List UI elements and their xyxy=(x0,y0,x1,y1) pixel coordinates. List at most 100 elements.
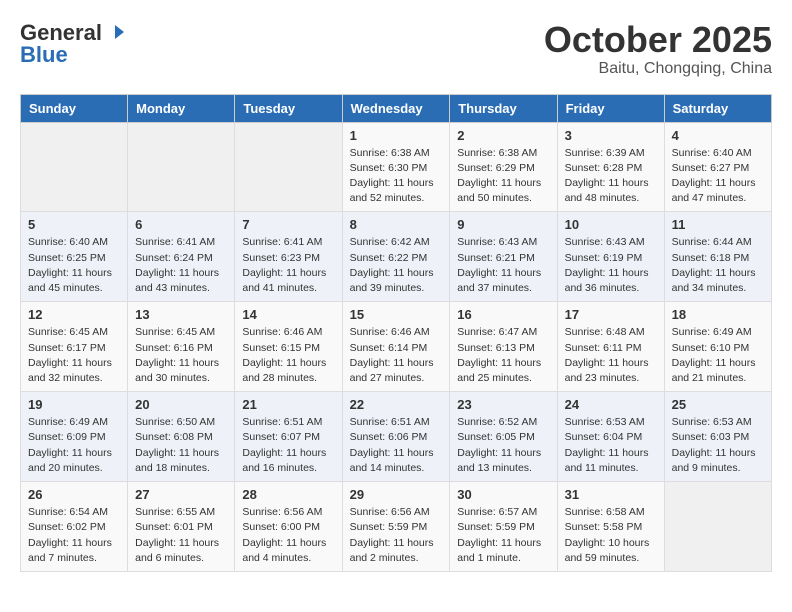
calendar-cell: 16 Sunrise: 6:47 AM Sunset: 6:13 PM Dayli… xyxy=(450,302,557,392)
calendar-cell: 28 Sunrise: 6:56 AM Sunset: 6:00 PM Dayli… xyxy=(235,482,342,572)
day-info: Sunrise: 6:51 AM Sunset: 6:07 PM Dayligh… xyxy=(242,415,334,476)
day-info: Sunrise: 6:46 AM Sunset: 6:14 PM Dayligh… xyxy=(350,325,443,386)
day-info: Sunrise: 6:45 AM Sunset: 6:17 PM Dayligh… xyxy=(28,325,120,386)
day-header-monday: Monday xyxy=(128,94,235,122)
calendar-cell: 31 Sunrise: 6:58 AM Sunset: 5:58 PM Dayli… xyxy=(557,482,664,572)
calendar-cell: 5 Sunrise: 6:40 AM Sunset: 6:25 PM Daylig… xyxy=(21,212,128,302)
month-title: October 2025 xyxy=(544,20,772,60)
calendar-cell: 22 Sunrise: 6:51 AM Sunset: 6:06 PM Dayli… xyxy=(342,392,450,482)
day-number: 25 xyxy=(672,397,764,412)
day-info: Sunrise: 6:42 AM Sunset: 6:22 PM Dayligh… xyxy=(350,235,443,296)
day-info: Sunrise: 6:46 AM Sunset: 6:15 PM Dayligh… xyxy=(242,325,334,386)
day-header-sunday: Sunday xyxy=(21,94,128,122)
calendar-cell: 7Sunrise: 6:41 AM Sunset: 6:23 PM Daylig… xyxy=(235,212,342,302)
day-number: 28 xyxy=(242,487,334,502)
calendar-cell: 24Sunrise: 6:53 AM Sunset: 6:04 PM Dayli… xyxy=(557,392,664,482)
calendar-cell: 20 Sunrise: 6:50 AM Sunset: 6:08 PM Dayli… xyxy=(128,392,235,482)
calendar-cell: 3Sunrise: 6:39 AM Sunset: 6:28 PM Daylig… xyxy=(557,122,664,212)
calendar-cell: 10 Sunrise: 6:43 AM Sunset: 6:19 PM Dayli… xyxy=(557,212,664,302)
day-number: 18 xyxy=(672,307,764,322)
calendar-cell: 14 Sunrise: 6:46 AM Sunset: 6:15 PM Dayli… xyxy=(235,302,342,392)
day-info: Sunrise: 6:56 AM Sunset: 5:59 PM Dayligh… xyxy=(350,505,443,566)
day-info: Sunrise: 6:40 AM Sunset: 6:25 PM Dayligh… xyxy=(28,235,120,296)
day-info: Sunrise: 6:54 AM Sunset: 6:02 PM Dayligh… xyxy=(28,505,120,566)
day-info: Sunrise: 6:49 AM Sunset: 6:09 PM Dayligh… xyxy=(28,415,120,476)
calendar-cell: 12Sunrise: 6:45 AM Sunset: 6:17 PM Dayli… xyxy=(21,302,128,392)
header-row: SundayMondayTuesdayWednesdayThursdayFrid… xyxy=(21,94,772,122)
day-number: 21 xyxy=(242,397,334,412)
day-number: 31 xyxy=(565,487,657,502)
calendar-cell: 30 Sunrise: 6:57 AM Sunset: 5:59 PM Dayli… xyxy=(450,482,557,572)
day-number: 14 xyxy=(242,307,334,322)
calendar-cell: 17 Sunrise: 6:48 AM Sunset: 6:11 PM Dayli… xyxy=(557,302,664,392)
day-number: 16 xyxy=(457,307,549,322)
calendar-cell xyxy=(21,122,128,212)
day-number: 7 xyxy=(242,217,334,232)
day-number: 22 xyxy=(350,397,443,412)
calendar-header: SundayMondayTuesdayWednesdayThursdayFrid… xyxy=(21,94,772,122)
calendar-cell: 1 Sunrise: 6:38 AM Sunset: 6:30 PM Daylig… xyxy=(342,122,450,212)
day-info: Sunrise: 6:53 AM Sunset: 6:04 PM Dayligh… xyxy=(565,415,657,476)
day-info: Sunrise: 6:39 AM Sunset: 6:28 PM Dayligh… xyxy=(565,146,657,207)
calendar-week-4: 19Sunrise: 6:49 AM Sunset: 6:09 PM Dayli… xyxy=(21,392,772,482)
calendar-cell: 6Sunrise: 6:41 AM Sunset: 6:24 PM Daylig… xyxy=(128,212,235,302)
day-number: 26 xyxy=(28,487,120,502)
day-info: Sunrise: 6:45 AM Sunset: 6:16 PM Dayligh… xyxy=(135,325,227,386)
day-info: Sunrise: 6:51 AM Sunset: 6:06 PM Dayligh… xyxy=(350,415,443,476)
calendar-week-3: 12Sunrise: 6:45 AM Sunset: 6:17 PM Dayli… xyxy=(21,302,772,392)
logo-flag-icon xyxy=(106,23,124,41)
day-info: Sunrise: 6:38 AM Sunset: 6:30 PM Dayligh… xyxy=(350,146,443,207)
day-info: Sunrise: 6:50 AM Sunset: 6:08 PM Dayligh… xyxy=(135,415,227,476)
calendar-week-5: 26 Sunrise: 6:54 AM Sunset: 6:02 PM Dayli… xyxy=(21,482,772,572)
calendar-cell: 19Sunrise: 6:49 AM Sunset: 6:09 PM Dayli… xyxy=(21,392,128,482)
calendar-cell: 21 Sunrise: 6:51 AM Sunset: 6:07 PM Dayli… xyxy=(235,392,342,482)
day-info: Sunrise: 6:48 AM Sunset: 6:11 PM Dayligh… xyxy=(565,325,657,386)
day-info: Sunrise: 6:40 AM Sunset: 6:27 PM Dayligh… xyxy=(672,146,764,207)
calendar-cell xyxy=(128,122,235,212)
calendar-cell: 27Sunrise: 6:55 AM Sunset: 6:01 PM Dayli… xyxy=(128,482,235,572)
calendar-table: SundayMondayTuesdayWednesdayThursdayFrid… xyxy=(20,94,772,572)
day-info: Sunrise: 6:43 AM Sunset: 6:19 PM Dayligh… xyxy=(565,235,657,296)
day-number: 1 xyxy=(350,128,443,143)
day-number: 5 xyxy=(28,217,120,232)
day-number: 10 xyxy=(565,217,657,232)
day-info: Sunrise: 6:55 AM Sunset: 6:01 PM Dayligh… xyxy=(135,505,227,566)
day-info: Sunrise: 6:49 AM Sunset: 6:10 PM Dayligh… xyxy=(672,325,764,386)
day-info: Sunrise: 6:58 AM Sunset: 5:58 PM Dayligh… xyxy=(565,505,657,566)
calendar-cell: 18 Sunrise: 6:49 AM Sunset: 6:10 PM Dayli… xyxy=(664,302,771,392)
day-header-wednesday: Wednesday xyxy=(342,94,450,122)
calendar-cell: 15 Sunrise: 6:46 AM Sunset: 6:14 PM Dayli… xyxy=(342,302,450,392)
day-info: Sunrise: 6:56 AM Sunset: 6:00 PM Dayligh… xyxy=(242,505,334,566)
day-number: 2 xyxy=(457,128,549,143)
calendar-cell: 8Sunrise: 6:42 AM Sunset: 6:22 PM Daylig… xyxy=(342,212,450,302)
day-info: Sunrise: 6:47 AM Sunset: 6:13 PM Dayligh… xyxy=(457,325,549,386)
calendar-week-2: 5 Sunrise: 6:40 AM Sunset: 6:25 PM Daylig… xyxy=(21,212,772,302)
calendar-cell xyxy=(664,482,771,572)
day-number: 20 xyxy=(135,397,227,412)
calendar-cell: 26 Sunrise: 6:54 AM Sunset: 6:02 PM Dayli… xyxy=(21,482,128,572)
calendar-cell xyxy=(235,122,342,212)
day-number: 29 xyxy=(350,487,443,502)
day-info: Sunrise: 6:38 AM Sunset: 6:29 PM Dayligh… xyxy=(457,146,549,207)
day-header-saturday: Saturday xyxy=(664,94,771,122)
day-header-thursday: Thursday xyxy=(450,94,557,122)
calendar-cell: 9Sunrise: 6:43 AM Sunset: 6:21 PM Daylig… xyxy=(450,212,557,302)
logo: General Blue xyxy=(20,20,124,68)
day-header-tuesday: Tuesday xyxy=(235,94,342,122)
day-number: 17 xyxy=(565,307,657,322)
day-number: 15 xyxy=(350,307,443,322)
calendar-cell: 23Sunrise: 6:52 AM Sunset: 6:05 PM Dayli… xyxy=(450,392,557,482)
calendar-week-1: 1 Sunrise: 6:38 AM Sunset: 6:30 PM Daylig… xyxy=(21,122,772,212)
day-info: Sunrise: 6:43 AM Sunset: 6:21 PM Dayligh… xyxy=(457,235,549,296)
day-info: Sunrise: 6:44 AM Sunset: 6:18 PM Dayligh… xyxy=(672,235,764,296)
day-number: 30 xyxy=(457,487,549,502)
calendar-body: 1 Sunrise: 6:38 AM Sunset: 6:30 PM Daylig… xyxy=(21,122,772,571)
page-header: General Blue October 2025 Baitu, Chongqi… xyxy=(20,20,772,78)
day-number: 4 xyxy=(672,128,764,143)
calendar-cell: 11Sunrise: 6:44 AM Sunset: 6:18 PM Dayli… xyxy=(664,212,771,302)
day-info: Sunrise: 6:57 AM Sunset: 5:59 PM Dayligh… xyxy=(457,505,549,566)
logo-blue-text: Blue xyxy=(20,42,124,68)
calendar-cell: 4 Sunrise: 6:40 AM Sunset: 6:27 PM Daylig… xyxy=(664,122,771,212)
day-info: Sunrise: 6:53 AM Sunset: 6:03 PM Dayligh… xyxy=(672,415,764,476)
location: Baitu, Chongqing, China xyxy=(544,60,772,78)
